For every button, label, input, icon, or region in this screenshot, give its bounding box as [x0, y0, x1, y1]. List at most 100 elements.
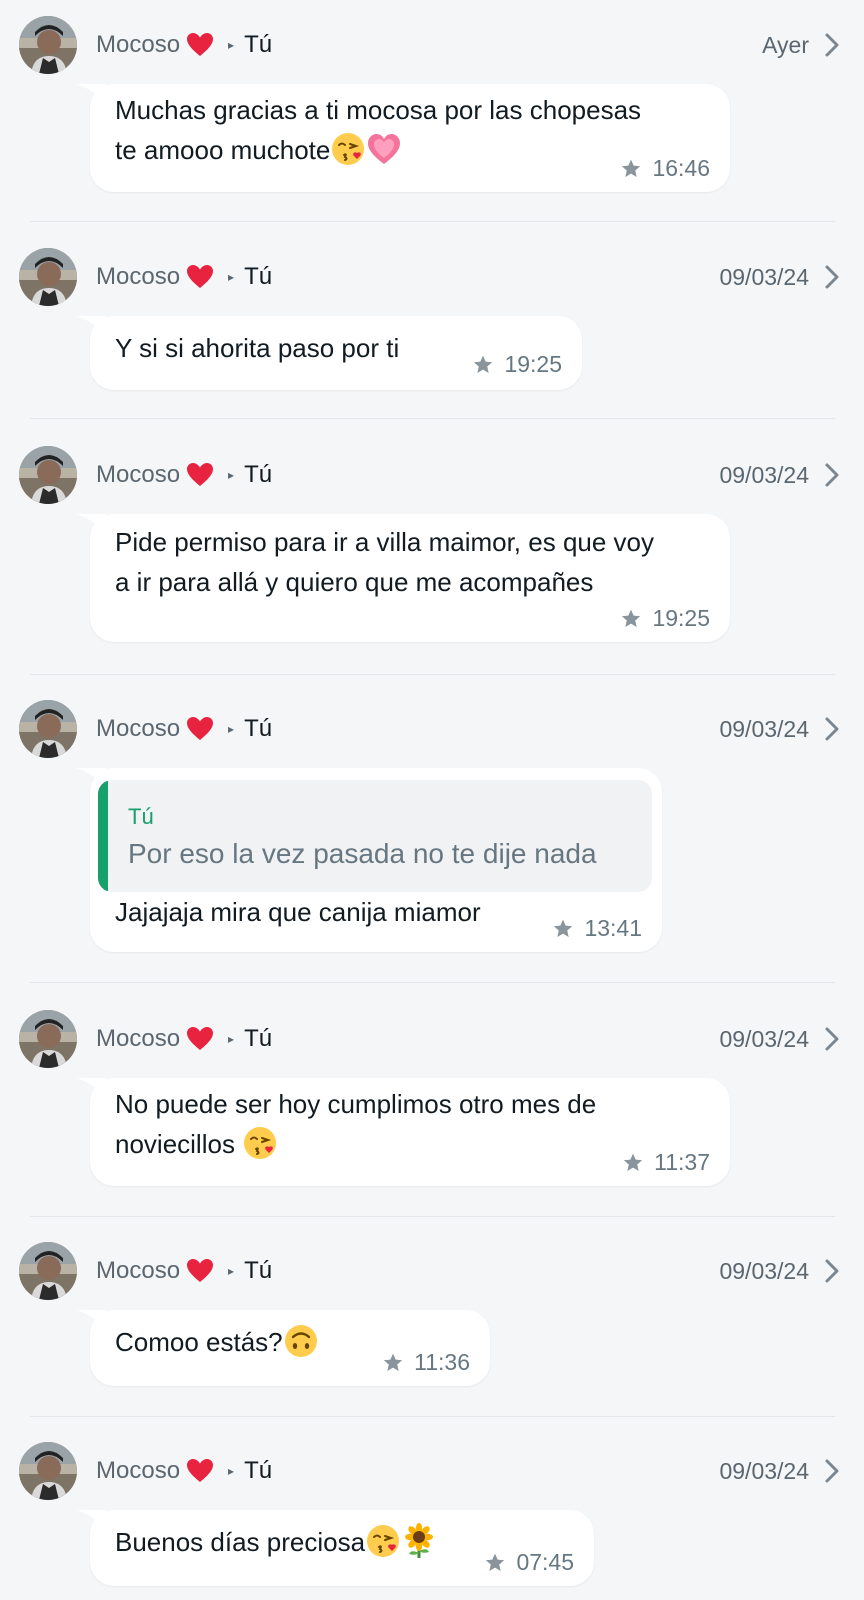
quote-accent-bar [98, 780, 108, 892]
message-header: Mocoso ▸ Tú [96, 28, 272, 62]
quoted-message[interactable]: Tú Por eso la vez pasada no te dije nada [98, 780, 652, 892]
message-line: Comoo estás? [115, 1327, 283, 1357]
sender-name: Mocoso [96, 715, 181, 742]
message-time: 16:46 [652, 155, 710, 181]
sender-name: Mocoso [96, 461, 181, 488]
chevron-right-icon[interactable] [820, 1026, 844, 1052]
avatar[interactable] [19, 248, 77, 306]
message-meta: 11:36 [382, 1349, 470, 1376]
recipient-name: Tú [244, 263, 273, 290]
avatar[interactable] [19, 1010, 77, 1068]
message-line-with-emoji: te amooo muchote [115, 130, 708, 170]
message-time: 07:45 [516, 1549, 574, 1575]
sender-name: Mocoso [96, 263, 181, 290]
message-line: Pide permiso para ir a villa maimor, es … [115, 527, 655, 557]
message-header: Mocoso ▸ Tú [96, 458, 272, 492]
starred-message-item[interactable]: Mocoso ▸ Tú 09/03/24 Tú Por eso la vez p… [0, 684, 864, 983]
quote-author: Tú [128, 804, 154, 829]
star-icon [484, 1552, 506, 1574]
message-bubble[interactable]: Muchas gracias a ti mocosa por las chope… [76, 84, 730, 192]
message-time: 19:25 [504, 351, 562, 377]
chevron-right-icon[interactable] [820, 264, 844, 290]
message-date: 09/03/24 [719, 1457, 809, 1484]
message-time: 11:36 [414, 1349, 470, 1375]
message-meta: 19:25 [620, 605, 710, 632]
star-icon [552, 918, 574, 940]
avatar[interactable] [19, 700, 77, 758]
upside-down-face-icon [283, 1323, 319, 1359]
message-meta: 13:41 [552, 915, 642, 942]
red-heart-icon [186, 1258, 214, 1284]
bubble-tail [76, 1078, 106, 1100]
avatar[interactable] [19, 16, 77, 74]
starred-message-item[interactable]: Mocoso ▸ Tú 09/03/24 Buenos días precios… [0, 1426, 864, 1600]
sender-name: Mocoso [96, 1025, 181, 1052]
chevron-right-icon[interactable] [820, 716, 844, 742]
starred-message-item[interactable]: Mocoso ▸ Tú 09/03/24 Comoo estás? 11:36 [0, 1226, 864, 1417]
message-bubble[interactable]: Tú Por eso la vez pasada no te dije nada… [76, 768, 662, 952]
avatar[interactable] [19, 1242, 77, 1300]
recipient-name: Tú [244, 715, 273, 742]
message-time: 19:25 [652, 605, 710, 631]
starred-messages-list: Mocoso ▸ Tú Ayer Muchas gracias a ti moc… [0, 0, 864, 1600]
starred-message-item[interactable]: Mocoso ▸ Tú 09/03/24 No puede ser hoy cu… [0, 994, 864, 1218]
message-header: Mocoso ▸ Tú [96, 1254, 272, 1288]
chevron-right-icon[interactable] [820, 32, 844, 58]
sender-name: Mocoso [96, 31, 181, 58]
red-heart-icon [186, 1026, 214, 1052]
message-time: 11:37 [654, 1149, 710, 1175]
message-line: a ir para allá y quiero que me acompañes [115, 567, 594, 597]
divider [30, 418, 835, 419]
message-bubble[interactable]: Pide permiso para ir a villa maimor, es … [76, 514, 730, 642]
starred-message-item[interactable]: Mocoso ▸ Tú 09/03/24 Y si si ahorita pas… [0, 232, 864, 419]
play-triangle-icon: ▸ [228, 1464, 235, 1478]
chevron-right-icon[interactable] [820, 1258, 844, 1284]
message-bubble[interactable]: No puede ser hoy cumplimos otro mes de n… [76, 1078, 730, 1186]
star-icon [472, 354, 494, 376]
message-header: Mocoso ▸ Tú [96, 260, 272, 294]
face-blowing-kiss-icon [242, 1125, 278, 1161]
message-date: Ayer [762, 31, 809, 58]
message-meta: 07:45 [484, 1549, 574, 1576]
bubble-tail [76, 316, 106, 338]
message-meta: 16:46 [620, 155, 710, 182]
play-triangle-icon: ▸ [228, 468, 235, 482]
divider [30, 221, 835, 222]
divider [30, 674, 835, 675]
message-line: noviecillos [115, 1129, 243, 1159]
play-triangle-icon: ▸ [228, 1264, 235, 1278]
recipient-name: Tú [244, 1257, 273, 1284]
message-meta: 19:25 [472, 351, 562, 378]
red-heart-icon [186, 32, 214, 58]
starred-message-item[interactable]: Mocoso ▸ Tú 09/03/24 Pide permiso para i… [0, 430, 864, 675]
bubble-tail [76, 1310, 106, 1332]
sender-name: Mocoso [96, 1457, 181, 1484]
chevron-right-icon[interactable] [820, 1458, 844, 1484]
message-bubble[interactable]: Y si si ahorita paso por ti 19:25 [76, 316, 582, 390]
message-bubble[interactable]: Comoo estás? 11:36 [76, 1310, 490, 1386]
chevron-right-icon[interactable] [820, 462, 844, 488]
message-bubble[interactable]: Buenos días preciosa 07:45 [76, 1510, 594, 1586]
play-triangle-icon: ▸ [228, 1032, 235, 1046]
play-triangle-icon: ▸ [228, 38, 235, 52]
message-date: 09/03/24 [719, 461, 809, 488]
avatar[interactable] [19, 446, 77, 504]
message-date: 09/03/24 [719, 1025, 809, 1052]
recipient-name: Tú [244, 461, 273, 488]
recipient-name: Tú [244, 1025, 273, 1052]
divider [30, 1416, 835, 1417]
star-icon [620, 608, 642, 630]
starred-message-item[interactable]: Mocoso ▸ Tú Ayer Muchas gracias a ti moc… [0, 0, 864, 222]
avatar[interactable] [19, 1442, 77, 1500]
message-header: Mocoso ▸ Tú [96, 1022, 272, 1056]
bubble-tail [76, 84, 106, 106]
bubble-tail [76, 514, 106, 536]
message-line: No puede ser hoy cumplimos otro mes de [115, 1089, 597, 1119]
message-text: No puede ser hoy cumplimos otro mes de n… [115, 1084, 708, 1164]
play-triangle-icon: ▸ [228, 722, 235, 736]
growing-heart-icon [366, 131, 402, 167]
message-text: Muchas gracias a ti mocosa por las chope… [115, 90, 708, 170]
red-heart-icon [186, 716, 214, 742]
message-text: Pide permiso para ir a villa maimor, es … [115, 522, 708, 602]
message-date: 09/03/24 [719, 715, 809, 742]
